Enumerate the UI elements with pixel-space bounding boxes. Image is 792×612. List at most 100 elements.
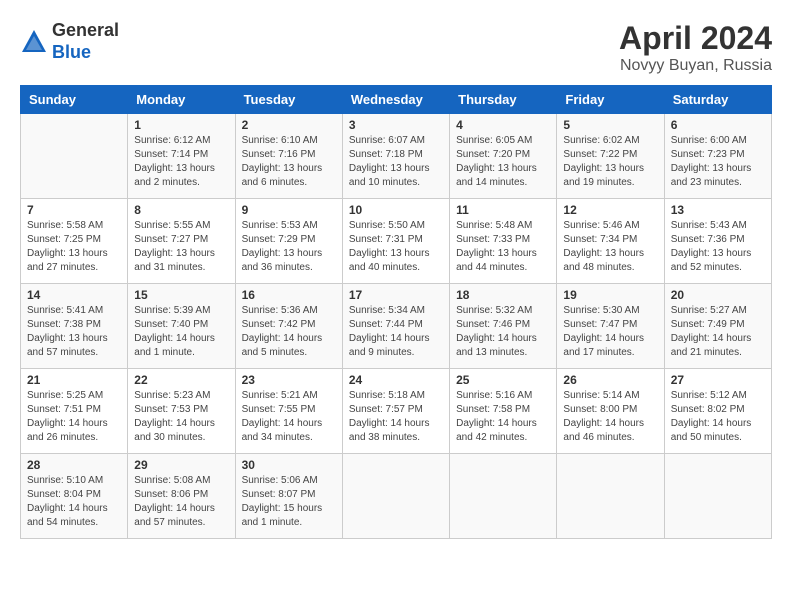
calendar-cell: 26 Sunrise: 5:14 AM Sunset: 8:00 PM Dayli…: [557, 369, 664, 454]
day-number: 2: [242, 118, 336, 132]
day-of-week-sunday: Sunday: [21, 86, 128, 114]
day-number: 17: [349, 288, 443, 302]
day-number: 5: [563, 118, 657, 132]
calendar-cell: [557, 454, 664, 539]
day-number: 28: [27, 458, 121, 472]
calendar-cell: 24 Sunrise: 5:18 AM Sunset: 7:57 PM Dayli…: [342, 369, 449, 454]
calendar-cell: 4Sunrise: 6:05 AM Sunset: 7:20 PM Daylig…: [450, 114, 557, 199]
day-info: Sunrise: 5:10 AM Sunset: 8:04 PM Dayligh…: [27, 474, 121, 530]
day-info: Sunrise: 5:36 AM Sunset: 7:42 PM Dayligh…: [242, 304, 336, 360]
day-info: Sunrise: 6:00 AM Sunset: 7:23 PM Dayligh…: [671, 134, 765, 190]
day-info: Sunrise: 5:27 AM Sunset: 7:49 PM Dayligh…: [671, 304, 765, 360]
day-info: Sunrise: 5:50 AM Sunset: 7:31 PM Dayligh…: [349, 219, 443, 275]
logo-text: General Blue: [52, 20, 119, 63]
day-number: 11: [456, 203, 550, 217]
calendar-cell: 13Sunrise: 5:43 AM Sunset: 7:36 PM Dayli…: [664, 199, 771, 284]
days-of-week-row: SundayMondayTuesdayWednesdayThursdayFrid…: [21, 86, 772, 114]
day-info: Sunrise: 6:10 AM Sunset: 7:16 PM Dayligh…: [242, 134, 336, 190]
calendar-cell: 14Sunrise: 5:41 AM Sunset: 7:38 PM Dayli…: [21, 284, 128, 369]
day-info: Sunrise: 5:08 AM Sunset: 8:06 PM Dayligh…: [134, 474, 228, 530]
day-number: 21: [27, 373, 121, 387]
day-info: Sunrise: 5:18 AM Sunset: 7:57 PM Dayligh…: [349, 389, 443, 445]
day-info: Sunrise: 5:46 AM Sunset: 7:34 PM Dayligh…: [563, 219, 657, 275]
calendar-cell: 7 Sunrise: 5:58 AM Sunset: 7:25 PM Daylig…: [21, 199, 128, 284]
day-number: 25: [456, 373, 550, 387]
day-info: Sunrise: 5:48 AM Sunset: 7:33 PM Dayligh…: [456, 219, 550, 275]
calendar-cell: [664, 454, 771, 539]
day-number: 20: [671, 288, 765, 302]
calendar-title: April 2024: [619, 20, 772, 57]
day-info: Sunrise: 6:07 AM Sunset: 7:18 PM Dayligh…: [349, 134, 443, 190]
calendar-cell: 3 Sunrise: 6:07 AM Sunset: 7:18 PM Daylig…: [342, 114, 449, 199]
day-number: 8: [134, 203, 228, 217]
day-info: Sunrise: 5:14 AM Sunset: 8:00 PM Dayligh…: [563, 389, 657, 445]
logo-line2: Blue: [52, 42, 119, 64]
day-info: Sunrise: 5:58 AM Sunset: 7:25 PM Dayligh…: [27, 219, 121, 275]
day-info: Sunrise: 5:39 AM Sunset: 7:40 PM Dayligh…: [134, 304, 228, 360]
day-info: Sunrise: 5:21 AM Sunset: 7:55 PM Dayligh…: [242, 389, 336, 445]
day-info: Sunrise: 5:25 AM Sunset: 7:51 PM Dayligh…: [27, 389, 121, 445]
day-number: 23: [242, 373, 336, 387]
day-number: 6: [671, 118, 765, 132]
day-info: Sunrise: 5:41 AM Sunset: 7:38 PM Dayligh…: [27, 304, 121, 360]
calendar-cell: 17 Sunrise: 5:34 AM Sunset: 7:44 PM Dayli…: [342, 284, 449, 369]
page-header: General Blue April 2024 Novyy Buyan, Rus…: [20, 20, 772, 75]
day-info: Sunrise: 5:16 AM Sunset: 7:58 PM Dayligh…: [456, 389, 550, 445]
day-number: 16: [242, 288, 336, 302]
calendar-cell: 19 Sunrise: 5:30 AM Sunset: 7:47 PM Dayli…: [557, 284, 664, 369]
calendar-cell: [21, 114, 128, 199]
day-number: 10: [349, 203, 443, 217]
day-info: Sunrise: 5:55 AM Sunset: 7:27 PM Dayligh…: [134, 219, 228, 275]
day-number: 15: [134, 288, 228, 302]
calendar-week-5: 28 Sunrise: 5:10 AM Sunset: 8:04 PM Dayli…: [21, 454, 772, 539]
calendar-cell: 10 Sunrise: 5:50 AM Sunset: 7:31 PM Dayli…: [342, 199, 449, 284]
calendar-week-1: 1Sunrise: 6:12 AM Sunset: 7:14 PM Daylig…: [21, 114, 772, 199]
calendar-cell: 20 Sunrise: 5:27 AM Sunset: 7:49 PM Dayli…: [664, 284, 771, 369]
calendar-body: 1Sunrise: 6:12 AM Sunset: 7:14 PM Daylig…: [21, 114, 772, 539]
day-info: Sunrise: 5:34 AM Sunset: 7:44 PM Dayligh…: [349, 304, 443, 360]
day-info: Sunrise: 5:12 AM Sunset: 8:02 PM Dayligh…: [671, 389, 765, 445]
day-of-week-wednesday: Wednesday: [342, 86, 449, 114]
day-number: 19: [563, 288, 657, 302]
day-number: 7: [27, 203, 121, 217]
day-of-week-friday: Friday: [557, 86, 664, 114]
day-number: 3: [349, 118, 443, 132]
calendar-cell: 30 Sunrise: 5:06 AM Sunset: 8:07 PM Dayli…: [235, 454, 342, 539]
calendar-cell: 29 Sunrise: 5:08 AM Sunset: 8:06 PM Dayli…: [128, 454, 235, 539]
day-number: 18: [456, 288, 550, 302]
logo-line1: General: [52, 20, 119, 42]
day-info: Sunrise: 6:02 AM Sunset: 7:22 PM Dayligh…: [563, 134, 657, 190]
calendar-cell: 5 Sunrise: 6:02 AM Sunset: 7:22 PM Daylig…: [557, 114, 664, 199]
day-of-week-monday: Monday: [128, 86, 235, 114]
calendar-cell: 25 Sunrise: 5:16 AM Sunset: 7:58 PM Dayli…: [450, 369, 557, 454]
day-number: 30: [242, 458, 336, 472]
calendar-cell: 21 Sunrise: 5:25 AM Sunset: 7:51 PM Dayli…: [21, 369, 128, 454]
day-info: Sunrise: 5:06 AM Sunset: 8:07 PM Dayligh…: [242, 474, 336, 530]
calendar-cell: 2 Sunrise: 6:10 AM Sunset: 7:16 PM Daylig…: [235, 114, 342, 199]
logo-icon: [20, 28, 48, 56]
day-number: 29: [134, 458, 228, 472]
title-block: April 2024 Novyy Buyan, Russia: [619, 20, 772, 75]
logo: General Blue: [20, 20, 119, 63]
day-info: Sunrise: 5:23 AM Sunset: 7:53 PM Dayligh…: [134, 389, 228, 445]
calendar-table: SundayMondayTuesdayWednesdayThursdayFrid…: [20, 85, 772, 539]
day-number: 22: [134, 373, 228, 387]
calendar-header: SundayMondayTuesdayWednesdayThursdayFrid…: [21, 86, 772, 114]
calendar-week-4: 21 Sunrise: 5:25 AM Sunset: 7:51 PM Dayli…: [21, 369, 772, 454]
calendar-cell: [342, 454, 449, 539]
calendar-cell: 1Sunrise: 6:12 AM Sunset: 7:14 PM Daylig…: [128, 114, 235, 199]
day-number: 24: [349, 373, 443, 387]
day-number: 13: [671, 203, 765, 217]
day-info: Sunrise: 5:30 AM Sunset: 7:47 PM Dayligh…: [563, 304, 657, 360]
calendar-location: Novyy Buyan, Russia: [619, 57, 772, 75]
day-number: 1: [134, 118, 228, 132]
day-info: Sunrise: 5:32 AM Sunset: 7:46 PM Dayligh…: [456, 304, 550, 360]
day-info: Sunrise: 6:05 AM Sunset: 7:20 PM Dayligh…: [456, 134, 550, 190]
calendar-cell: [450, 454, 557, 539]
calendar-cell: 11 Sunrise: 5:48 AM Sunset: 7:33 PM Dayli…: [450, 199, 557, 284]
day-number: 9: [242, 203, 336, 217]
calendar-week-2: 7 Sunrise: 5:58 AM Sunset: 7:25 PM Daylig…: [21, 199, 772, 284]
calendar-cell: 23 Sunrise: 5:21 AM Sunset: 7:55 PM Dayli…: [235, 369, 342, 454]
calendar-cell: 12Sunrise: 5:46 AM Sunset: 7:34 PM Dayli…: [557, 199, 664, 284]
day-number: 26: [563, 373, 657, 387]
